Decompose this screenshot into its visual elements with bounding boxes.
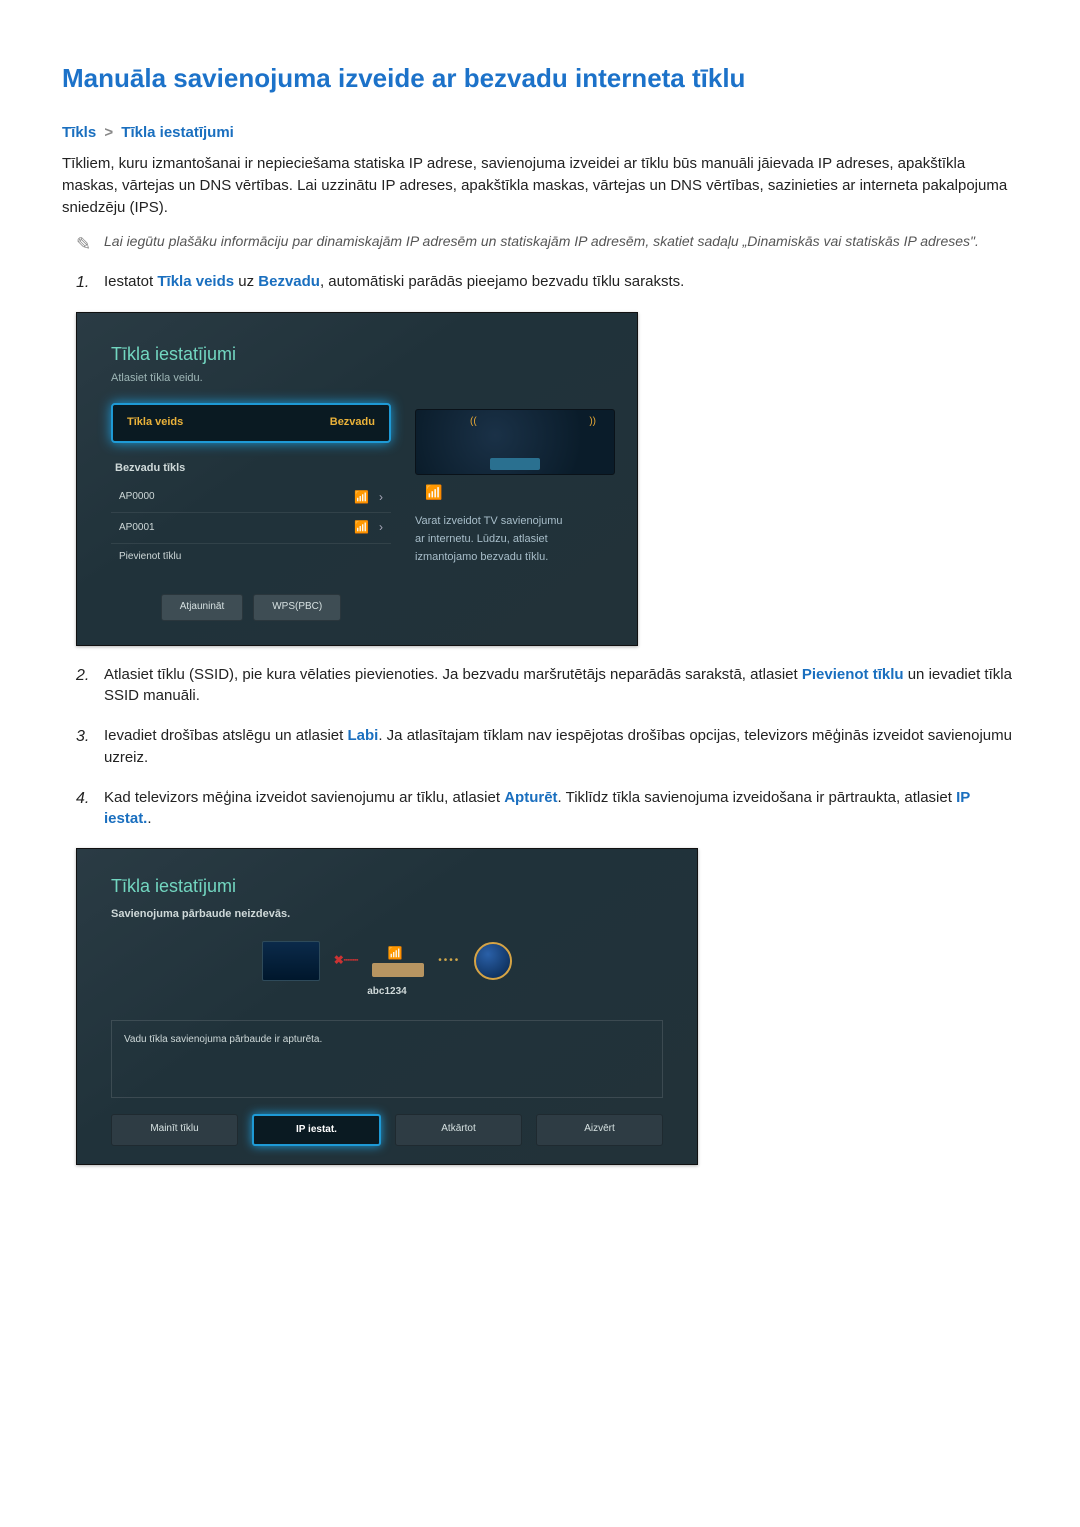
tv-dialog-connection-failed: Tīkla iestatījumi Savienojuma pārbaude n… [76,848,698,1165]
network-type-label: Tīkla veids [127,415,183,431]
page-title: Manuāla savienojuma izveide ar bezvadu i… [62,60,1018,98]
s3-pre: Ievadiet drošības atslēgu un atlasiet [104,727,348,744]
s3-kw: Labi [348,727,379,744]
tv-dialog-network-settings: Tīkla iestatījumi Atlasiet tīkla veidu. … [76,312,638,646]
tv1-title: Tīkla iestatījumi [111,341,603,367]
pencil-icon: ✎ [76,231,104,257]
info-msg: Vadu tīkla savienojuma pārbaude ir aptur… [124,1034,322,1045]
step-num-1: 1. [76,271,104,294]
s1-kw2: Bezvadu [258,273,320,290]
tv1-desc-l3: izmantojamo bezvadu tīklu. [415,549,615,567]
wifi-icon: 📶 [388,945,403,962]
s2-kw: Pievienot tīklu [802,666,904,683]
breadcrumb-l1: Tīkls [62,124,96,141]
tv1-desc-l2: ar internetu. Lūdzu, atlasiet [415,531,615,549]
note-text: Lai iegūtu plašāku informāciju par dinam… [104,231,1018,251]
network-type-value: Bezvadu [330,415,375,431]
connection-illustration: (()) [415,409,615,475]
s1-mid: uz [234,273,258,290]
note: ✎ Lai iegūtu plašāku informāciju par din… [76,231,1018,257]
wps-button[interactable]: WPS(PBC) [253,594,341,621]
ssid-label: abc1234 [111,985,663,1000]
refresh-button[interactable]: Atjaunināt [161,594,243,621]
tv2-fail-msg: Savienojuma pārbaude neizdevās. [111,907,663,923]
wifi-icon: 📶 [354,489,369,506]
breadcrumb-sep: > [104,124,113,141]
globe-icon [474,942,512,980]
info-box: Vadu tīkla savienojuma pārbaude ir aptur… [111,1020,663,1098]
s4-post: . [147,810,151,827]
s4-kw1: Apturēt [504,789,557,806]
step-num-4: 4. [76,787,104,831]
ap-row-0[interactable]: AP0000 📶 › [111,483,391,513]
tv1-desc-l1: Varat izveidot TV savienojumu [415,513,615,531]
tv-device-icon [262,941,320,981]
ap-row-1[interactable]: AP0001 📶 › [111,513,391,543]
retry-button[interactable]: Atkārtot [395,1114,522,1147]
dots-icon: •••• [438,954,460,969]
s1-post: , automātiski parādās pieejamo bezvadu t… [320,273,684,290]
s4-mid: . Tiklīdz tīkla savienojuma izveidošana … [558,789,957,806]
connection-diagram: ✖┈┈ 📶 •••• [111,941,663,981]
step-3: 3. Ievadiet drošības atslēgu un atlasiet… [76,725,1018,769]
ip-settings-button[interactable]: IP iestat. [252,1114,381,1147]
wifi-signal-icon: 📶 [425,481,615,503]
step-num-2: 2. [76,664,104,708]
fail-x-icon: ✖┈┈ [334,952,359,969]
intro-paragraph: Tīkliem, kuru izmantošanai ir nepiecieša… [62,153,1018,218]
tv2-title: Tīkla iestatījumi [111,873,663,899]
add-network-label: Pievienot tīklu [119,550,181,565]
breadcrumb-l2: Tīkla iestatījumi [121,124,234,141]
router-icon [372,963,424,977]
change-network-button[interactable]: Mainīt tīklu [111,1114,238,1147]
s2-pre: Atlasiet tīklu (SSID), pie kura vēlaties… [104,666,802,683]
network-type-selector[interactable]: Tīkla veids Bezvadu [111,403,391,443]
step-4: 4. Kad televizors mēģina izveidot savien… [76,787,1018,831]
s4-pre: Kad televizors mēģina izveidot savienoju… [104,789,504,806]
s1-kw1: Tīkla veids [157,273,234,290]
breadcrumb: Tīkls > Tīkla iestatījumi [62,122,1018,144]
chevron-right-icon: › [379,489,383,506]
wifi-icon: 📶 [354,519,369,536]
chevron-right-icon: › [379,519,383,536]
wireless-header: Bezvadu tīkls [115,461,391,477]
tv1-subtitle: Atlasiet tīkla veidu. [111,371,603,387]
s1-pre: Iestatot [104,273,157,290]
step-2: 2. Atlasiet tīklu (SSID), pie kura vēlat… [76,664,1018,708]
step-num-3: 3. [76,725,104,769]
close-button[interactable]: Aizvērt [536,1114,663,1147]
ap0-name: AP0000 [119,490,155,505]
ap1-name: AP0001 [119,521,155,536]
add-network-row[interactable]: Pievienot tīklu [111,544,391,571]
step-1: 1. Iestatot Tīkla veids uz Bezvadu, auto… [76,271,1018,294]
